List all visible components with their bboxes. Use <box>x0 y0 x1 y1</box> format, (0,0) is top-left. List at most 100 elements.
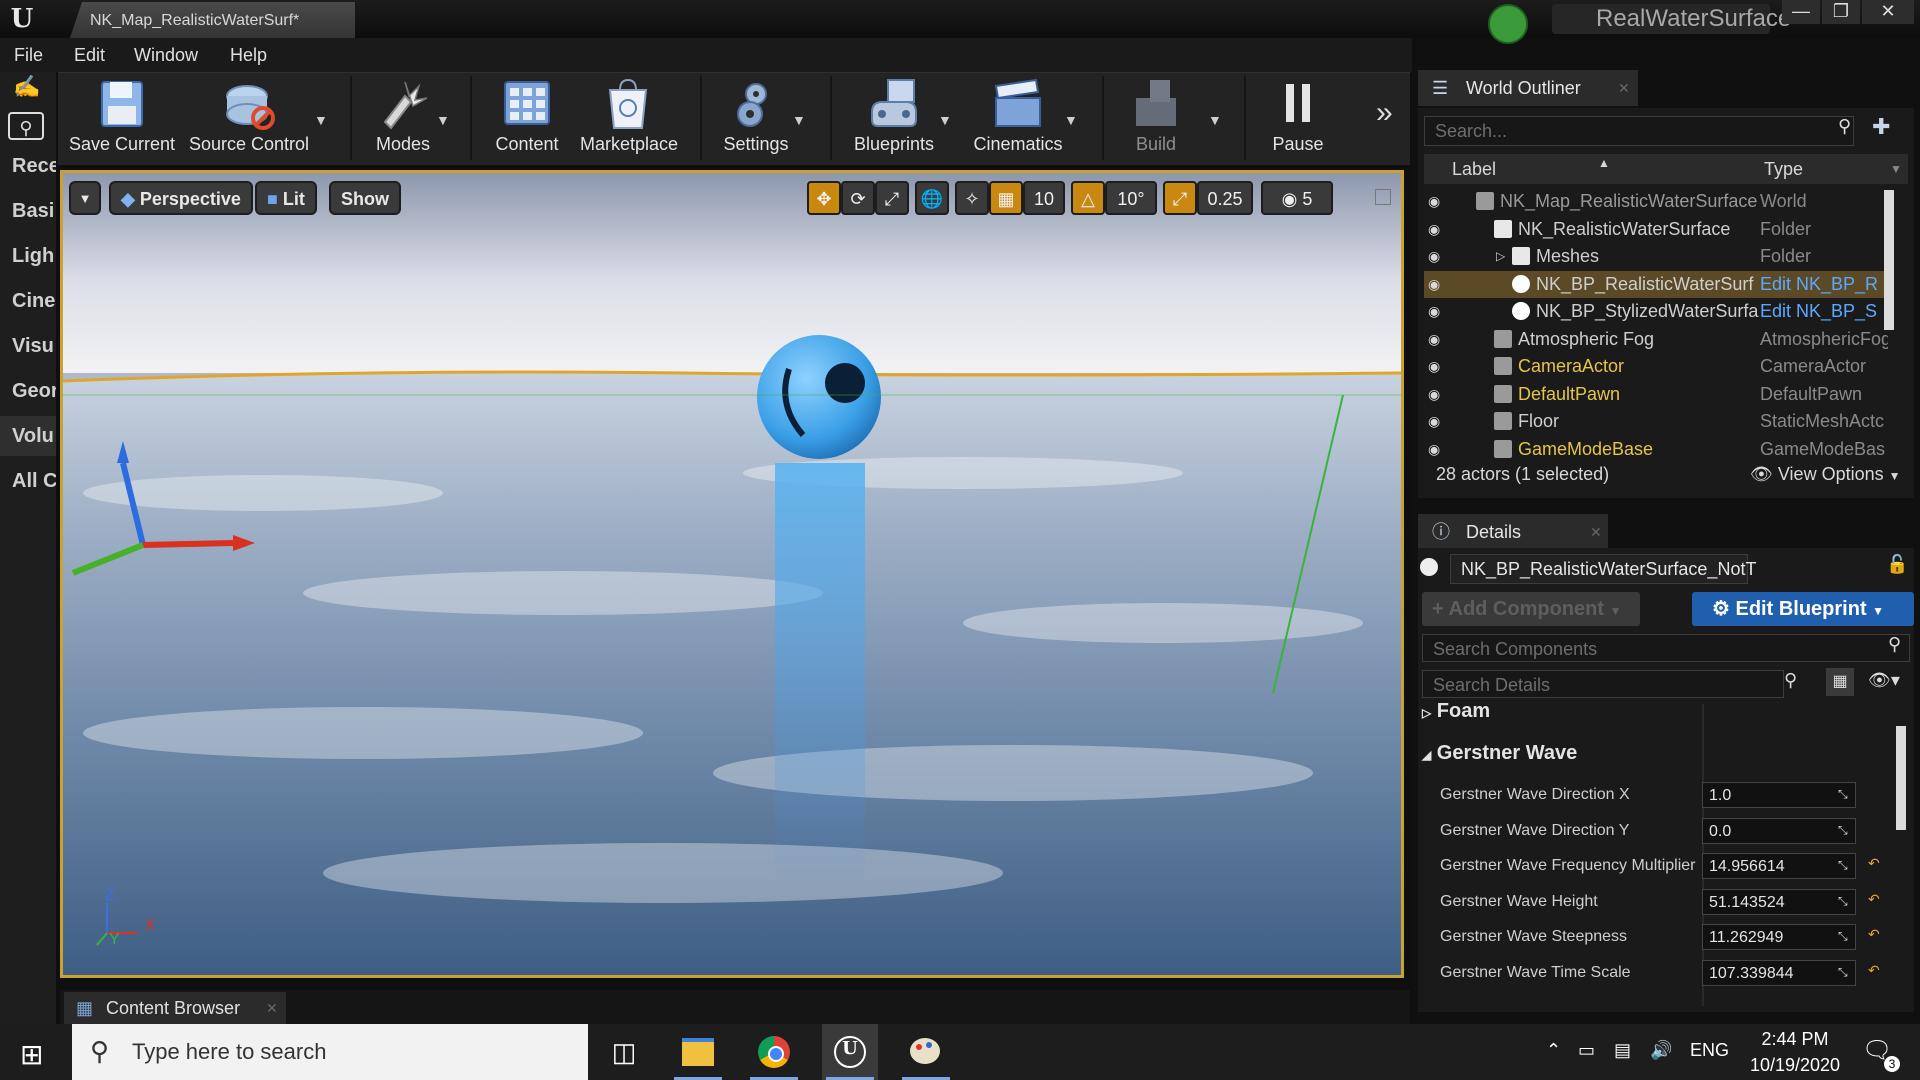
category-cinematic[interactable]: Cine <box>0 281 56 321</box>
close-window-button[interactable]: ✕ <box>1862 0 1914 24</box>
reset-to-default-icon[interactable]: ↶ <box>1868 855 1880 872</box>
translate-mode-icon[interactable]: ✥ <box>807 181 841 215</box>
visibility-eye-icon[interactable]: ◉ <box>1428 188 1440 215</box>
expand-arrow-icon[interactable]: ▷ <box>1496 243 1505 270</box>
close-tab-icon[interactable]: ✕ <box>1618 70 1630 106</box>
category-visual-effects[interactable]: Visu <box>0 326 56 366</box>
search-components-input[interactable]: Search Components <box>1422 634 1910 662</box>
source-control-button[interactable]: Source Control <box>184 76 314 162</box>
rotation-snap-icon[interactable]: △ <box>1071 181 1105 215</box>
file-explorer-icon[interactable] <box>670 1024 726 1080</box>
view-options-button[interactable]: 👁 View Options ▼ <box>1750 464 1901 485</box>
show-hidden-icons[interactable]: ⌃ <box>1546 1040 1561 1061</box>
settings-dropdown-icon[interactable]: ▼ <box>792 112 806 128</box>
scale-snap-value[interactable]: 0.25 <box>1197 181 1253 215</box>
build-button[interactable]: Build <box>1126 76 1186 162</box>
close-tab-icon[interactable]: ✕ <box>1590 514 1602 550</box>
surface-snap-icon[interactable]: ✧ <box>955 181 989 215</box>
camera-speed-button[interactable]: ◉ 5 <box>1261 181 1333 215</box>
outliner-scrollbar[interactable] <box>1884 190 1894 330</box>
build-dropdown-icon[interactable]: ▼ <box>1208 112 1222 128</box>
unreal-engine-taskbar-icon[interactable]: U <box>822 1024 878 1080</box>
outliner-row[interactable]: ◉ Atmospheric Fog AtmosphericFog <box>1424 326 1888 353</box>
grid-snap-icon[interactable]: ▦ <box>989 181 1023 215</box>
modes-button[interactable]: Modes <box>360 76 446 162</box>
toolbar-overflow-icon[interactable]: » <box>1376 96 1393 130</box>
outliner-row[interactable]: ◉ ▷ Meshes Folder <box>1424 243 1888 270</box>
lock-icon[interactable]: 🔓 <box>1886 554 1908 575</box>
rotate-mode-icon[interactable]: ⟳ <box>841 181 875 215</box>
reset-to-default-icon[interactable]: ↶ <box>1868 926 1880 943</box>
save-current-button[interactable]: Save Current <box>66 76 178 162</box>
chrome-icon[interactable] <box>746 1024 802 1080</box>
scale-mode-icon[interactable]: ⤢ <box>875 181 909 215</box>
blueprints-button[interactable]: Blueprints <box>846 76 942 162</box>
battery-icon[interactable]: ▭ <box>1578 1040 1595 1061</box>
details-scrollbar[interactable] <box>1896 726 1906 830</box>
category-lights[interactable]: Ligh <box>0 236 56 276</box>
drag-value-icon[interactable]: ⤡ <box>1838 858 1854 874</box>
blueprints-dropdown-icon[interactable]: ▼ <box>938 112 952 128</box>
place-mode-icon[interactable]: ✍ <box>10 74 44 104</box>
outliner-row[interactable]: ◉ Floor StaticMeshActc <box>1424 408 1888 435</box>
world-local-icon[interactable]: 🌐 <box>915 181 949 215</box>
actor-name-field[interactable]: NK_BP_RealisticWaterSurface_NotT <box>1450 554 1756 584</box>
visibility-eye-icon[interactable]: ◉ <box>1428 326 1440 353</box>
reset-to-default-icon[interactable]: ↶ <box>1868 962 1880 979</box>
search-icon[interactable]: ⚲ <box>8 112 44 140</box>
menu-edit[interactable]: Edit <box>74 38 105 72</box>
world-outliner-tab[interactable]: ☰ World Outliner ✕ <box>1418 70 1638 106</box>
visibility-eye-icon[interactable]: ◉ <box>1428 353 1440 380</box>
perspective-button[interactable]: ◆ Perspective <box>109 181 253 215</box>
input-language[interactable]: ENG <box>1690 1040 1729 1061</box>
visibility-eye-icon[interactable]: ◉ <box>1428 298 1440 325</box>
category-volumes[interactable]: Volu <box>0 416 56 456</box>
scale-snap-icon[interactable]: ⤢ <box>1163 181 1197 215</box>
outliner-row[interactable]: ◉ NK_BP_StylizedWaterSurfa Edit NK_BP_S <box>1424 298 1888 325</box>
menu-file[interactable]: File <box>14 38 43 72</box>
content-browser-tab[interactable]: ▦ Content Browser ✕ <box>64 992 286 1024</box>
drag-value-icon[interactable]: ⤡ <box>1838 965 1854 981</box>
category-basic[interactable]: Basi <box>0 191 56 231</box>
edit-blueprint-button[interactable]: ⚙ Edit Blueprint ▼ <box>1692 592 1914 626</box>
property-value-input[interactable]: 1.0 <box>1702 782 1856 808</box>
label-column-header[interactable]: Label <box>1452 154 1496 184</box>
outliner-row[interactable]: ◉ NK_RealisticWaterSurface Folder <box>1424 216 1888 243</box>
marketplace-button[interactable]: Marketplace <box>580 76 678 162</box>
minimize-button[interactable]: — <box>1782 0 1820 24</box>
type-column-dropdown-icon[interactable]: ▼ <box>1890 154 1902 184</box>
gerstner-wave-category[interactable]: ◢ Gerstner Wave <box>1422 742 1577 765</box>
visibility-eye-icon[interactable]: ◉ <box>1428 436 1440 463</box>
windows-start-icon[interactable]: ⊞ <box>20 1038 43 1071</box>
cinematics-dropdown-icon[interactable]: ▼ <box>1064 112 1078 128</box>
network-icon[interactable]: ▤ <box>1614 1040 1631 1061</box>
outliner-row[interactable]: ◉ NK_Map_RealisticWaterSurface World <box>1424 188 1888 215</box>
category-recent[interactable]: Rece <box>0 146 56 186</box>
grid-snap-value[interactable]: 10 <box>1023 181 1065 215</box>
visibility-eye-icon[interactable]: ◉ <box>1428 216 1440 243</box>
property-value-input[interactable]: 51.143524 <box>1702 888 1856 915</box>
taskbar-search-input[interactable]: Type here to search <box>72 1024 588 1080</box>
volume-icon[interactable]: 🔊 <box>1650 1040 1672 1061</box>
property-matrix-icon[interactable]: ▦ <box>1826 668 1854 696</box>
visibility-eye-icon[interactable]: ◉ <box>1428 408 1440 435</box>
category-all-classes[interactable]: All C <box>0 461 56 501</box>
edit-blueprint-link[interactable]: Edit NK_BP_S <box>1760 298 1888 325</box>
property-value-input[interactable]: 0.0 <box>1702 817 1856 844</box>
source-control-dropdown-icon[interactable]: ▼ <box>314 112 328 128</box>
pause-button[interactable]: Pause <box>1266 76 1330 162</box>
drag-value-icon[interactable]: ⤡ <box>1838 929 1854 945</box>
visibility-eye-icon[interactable]: ◉ <box>1428 243 1440 270</box>
modes-dropdown-icon[interactable]: ▼ <box>436 112 450 128</box>
settings-button[interactable]: Settings <box>710 76 802 162</box>
search-details-input[interactable]: Search Details <box>1422 670 1784 698</box>
type-column-header[interactable]: Type <box>1764 154 1803 184</box>
visibility-filter-icon[interactable]: 👁▾ <box>1868 670 1900 691</box>
outliner-row[interactable]: ◉ NK_BP_RealisticWaterSurf Edit NK_BP_R <box>1424 270 1888 298</box>
property-value-input[interactable]: 11.262949 <box>1702 924 1856 950</box>
task-view-icon[interactable]: ◫ <box>596 1024 652 1080</box>
outliner-row[interactable]: ◉ CameraActor CameraActor <box>1424 353 1888 380</box>
cinematics-button[interactable]: Cinematics <box>968 76 1068 162</box>
maximize-viewport-icon[interactable] <box>1375 189 1391 205</box>
outliner-search-input[interactable]: Search... <box>1424 116 1854 146</box>
